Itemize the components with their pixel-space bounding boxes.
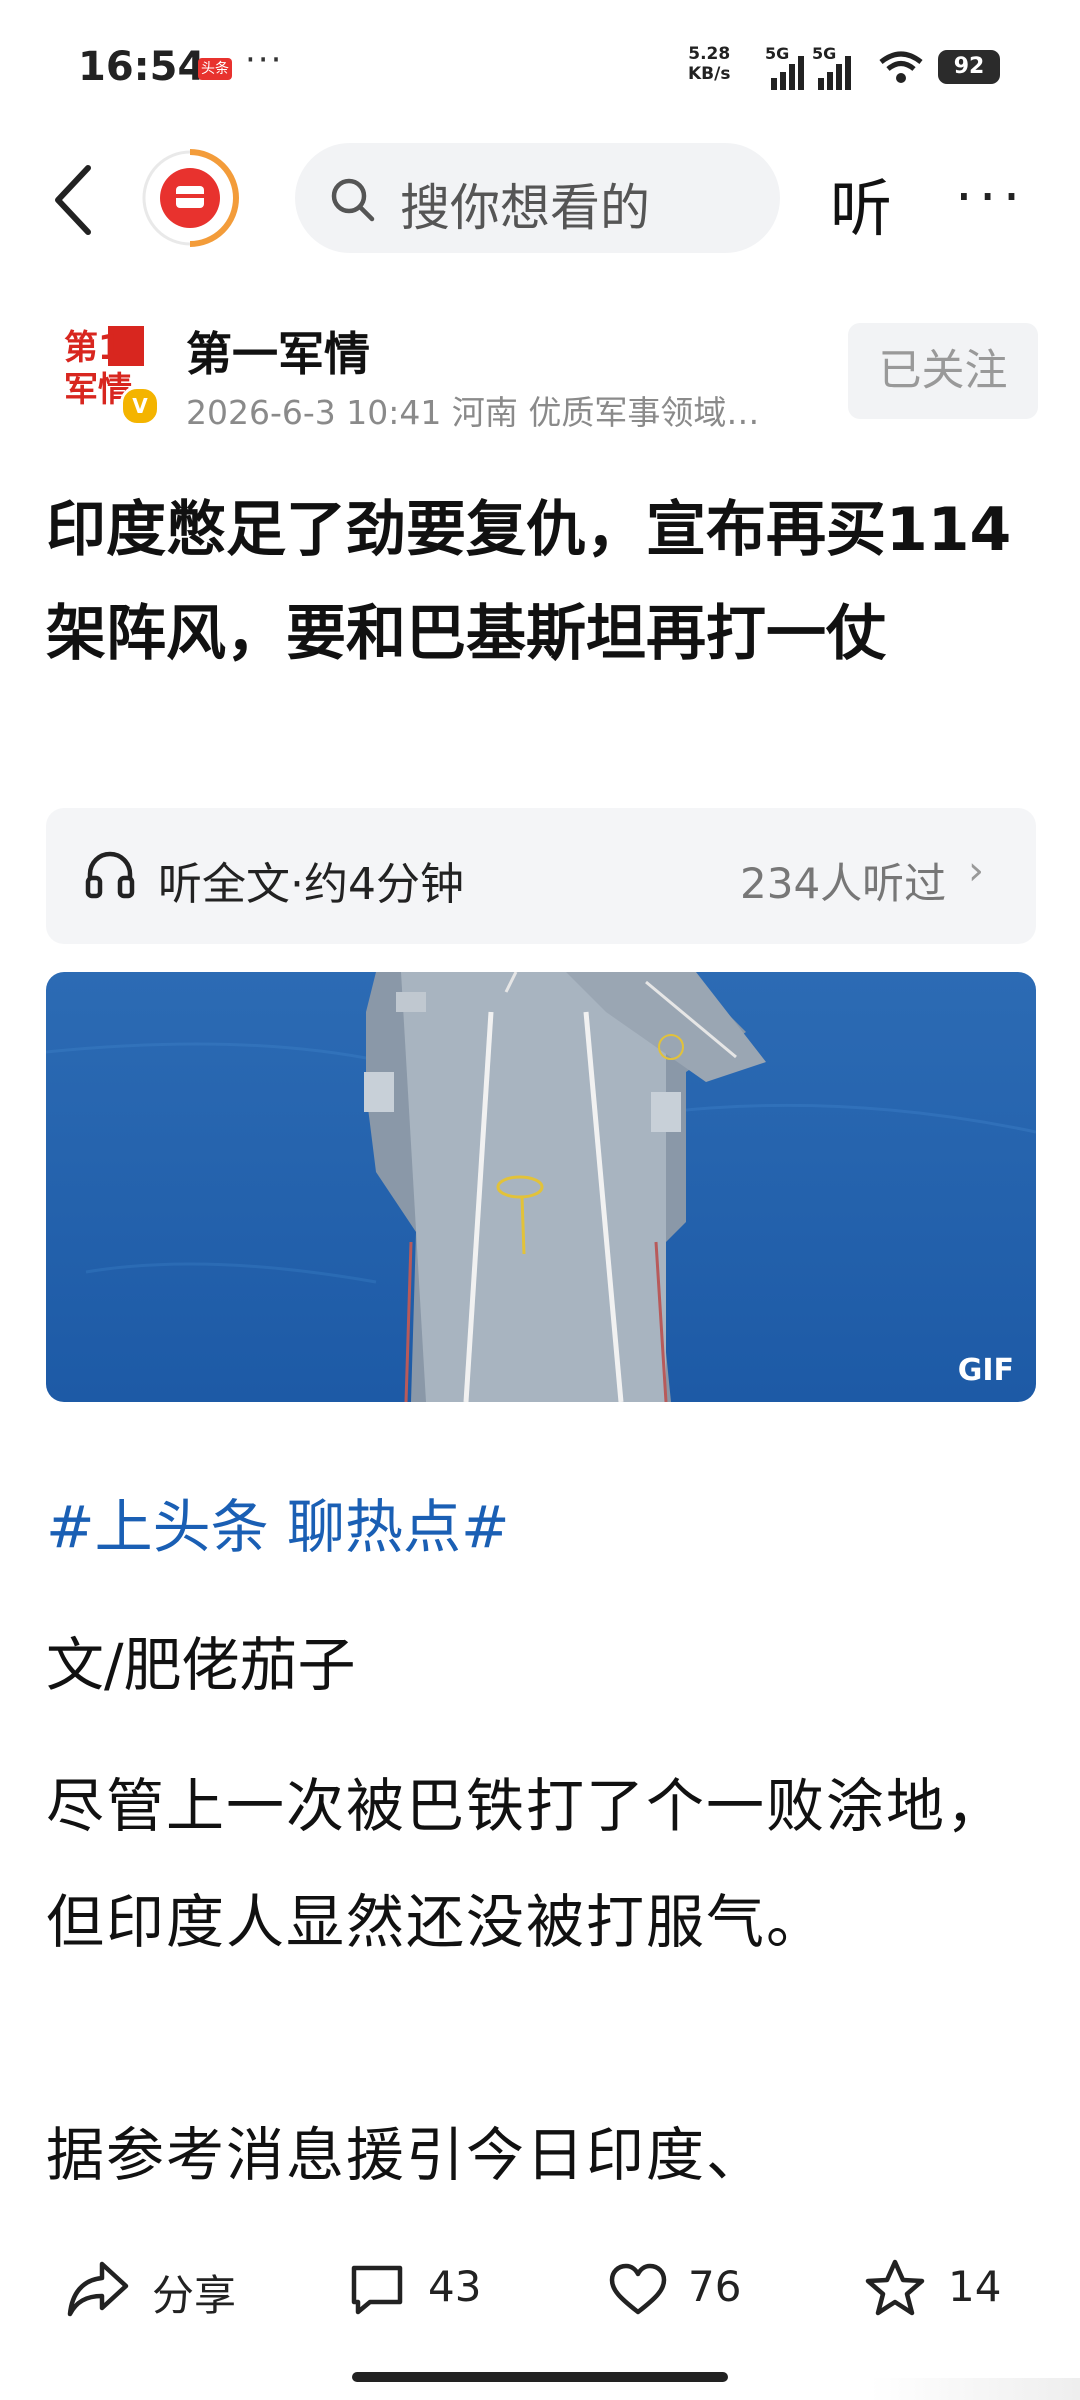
network-speed-value: 5.28 <box>688 44 731 64</box>
article-image-aircraft-carrier[interactable]: GIF <box>46 972 1036 1402</box>
listen-button[interactable]: 听 <box>830 158 892 248</box>
status-time: 16:54 <box>78 44 206 90</box>
status-more-icon: ··· <box>245 40 284 80</box>
like-heart-icon[interactable] <box>608 2262 668 2318</box>
article-byline: 文/肥佬茄子 <box>46 1631 356 1699</box>
comment-icon[interactable] <box>348 2262 406 2318</box>
article-paragraph-1: 尽管上一次被巴铁打了个一败涂地，但印度人显然还没被打服气。 <box>46 1772 1007 1956</box>
listen-full-label: 听全文·约4分钟 <box>158 859 464 910</box>
favorite-count[interactable]: 14 <box>948 2262 1001 2311</box>
hashtag-link[interactable]: #上头条 聊热点# <box>46 1480 510 1564</box>
favorite-star-icon[interactable] <box>864 2258 926 2318</box>
chevron-right-icon: › <box>968 848 984 894</box>
battery-indicator: 92 <box>938 50 1000 84</box>
publish-location: 河南 <box>451 393 518 432</box>
author-meta: 2026-6-3 10:41 河南 优质军事领域… <box>186 386 836 434</box>
toutiao-notification-icon: 头条 <box>198 58 232 80</box>
author-avatar[interactable]: 第1 军情 V <box>58 322 160 426</box>
bottom-edge-fade <box>870 2378 1080 2400</box>
gif-badge: GIF <box>957 1353 1014 1388</box>
share-icon[interactable] <box>66 2258 130 2318</box>
comment-count[interactable]: 43 <box>428 2262 481 2311</box>
article-title: 印度憋足了劲要复仇，宣布再买114架阵风，要和巴基斯坦再打一仗 <box>46 495 1012 669</box>
aircraft-carrier-image <box>46 972 1036 1402</box>
search-placeholder[interactable]: 搜你想看的 <box>400 168 650 240</box>
more-options-button[interactable]: ··· <box>955 165 1026 230</box>
like-count[interactable]: 76 <box>688 2262 741 2311</box>
network-speed: 5.28 KB/s <box>688 44 730 84</box>
author-tag: 优质军事领域… <box>528 393 760 432</box>
search-icon <box>331 178 375 222</box>
publish-time: 10:41 <box>346 393 442 432</box>
verified-badge-icon: V <box>120 386 160 426</box>
signal-bars-icon <box>818 56 851 90</box>
home-indicator[interactable] <box>352 2372 728 2382</box>
listen-count: 234人听过 <box>740 859 947 908</box>
network-speed-unit: KB/s <box>688 64 731 84</box>
back-icon[interactable] <box>46 160 106 240</box>
wifi-icon <box>879 51 923 83</box>
article-paragraph-2: 据参考消息援引今日印度、 <box>46 2121 767 2189</box>
headphones-icon <box>85 851 135 899</box>
app-logo-icon[interactable] <box>140 148 240 248</box>
signal-strength-2: 5G <box>812 44 851 90</box>
author-name[interactable]: 第一军情 <box>186 318 370 384</box>
follow-button[interactable]: 已关注 <box>848 323 1038 419</box>
signal-strength-1: 5G <box>765 44 804 90</box>
author-avatar-text-top: 第1 <box>64 328 122 368</box>
share-label[interactable]: 分享 <box>152 2262 236 2323</box>
publish-date: 2026-6-3 <box>186 393 336 432</box>
signal-bars-icon <box>771 56 804 90</box>
